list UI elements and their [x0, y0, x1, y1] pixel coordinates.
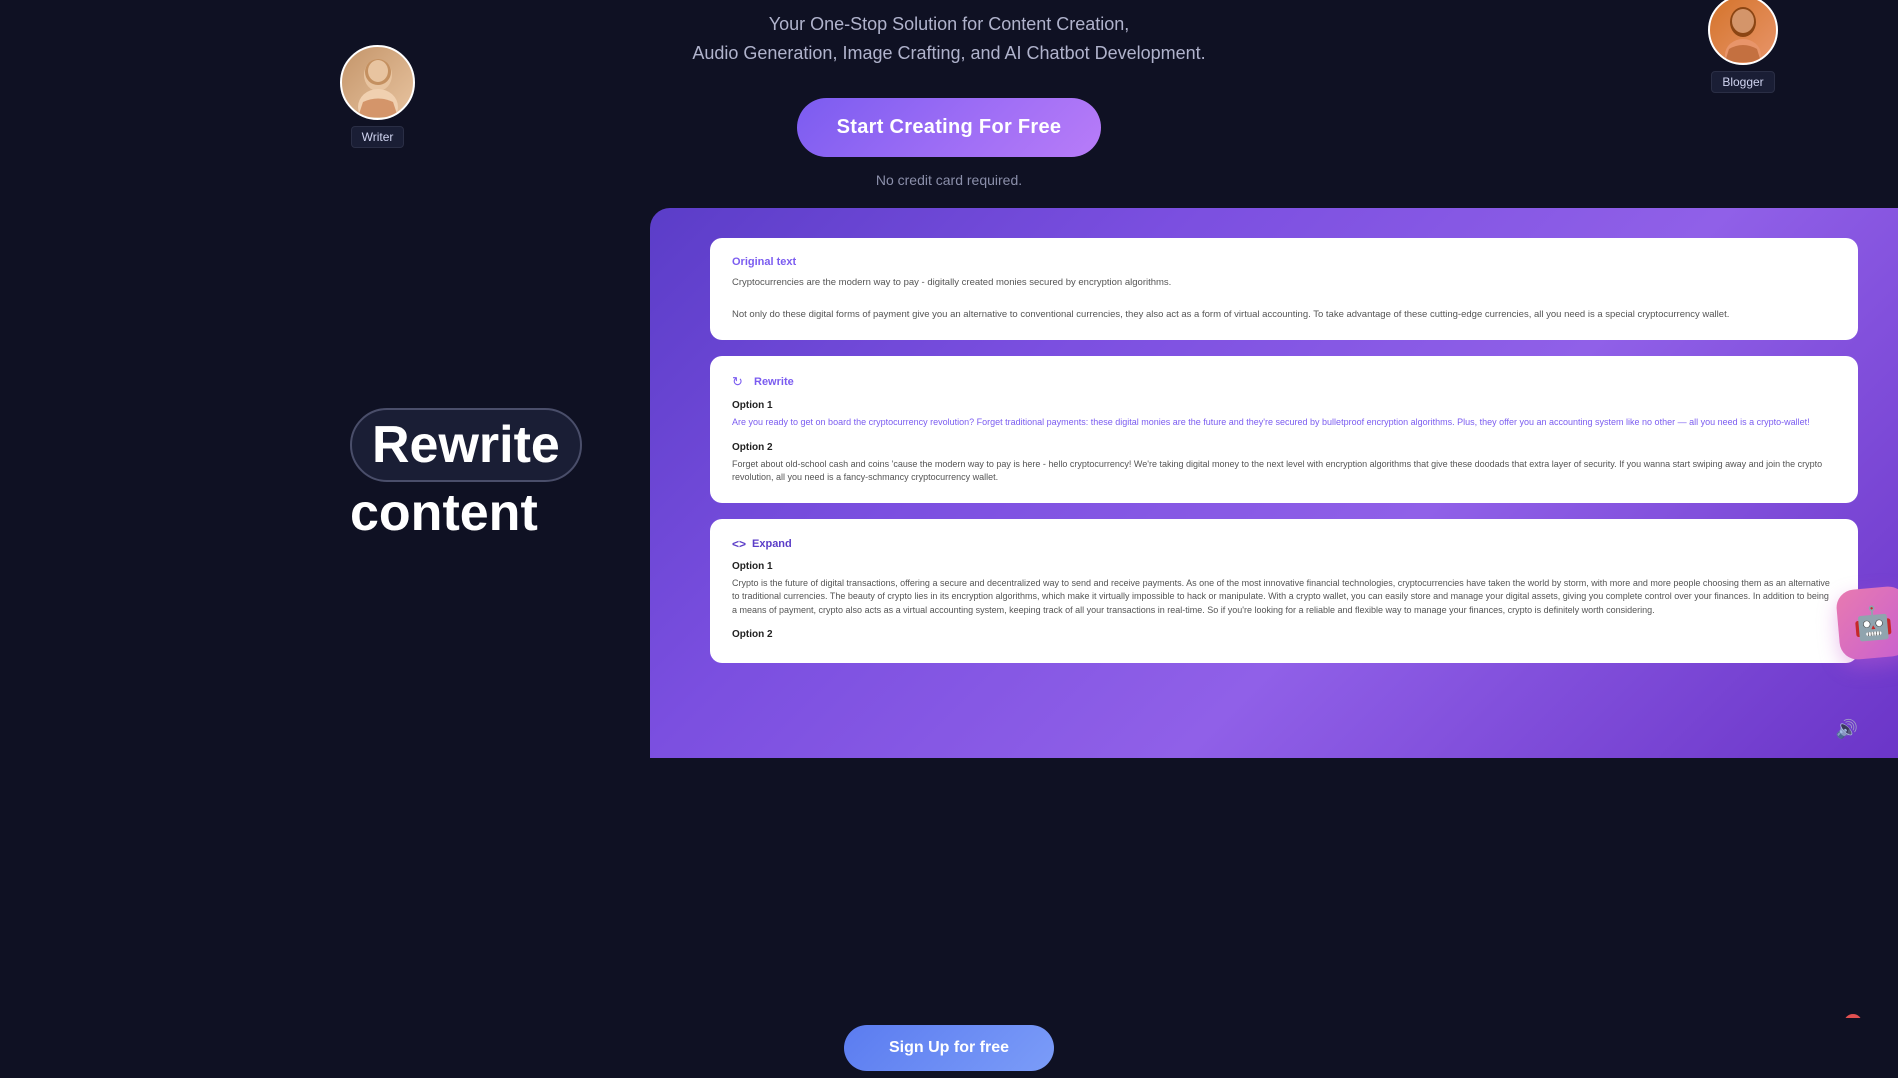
original-text-panel: Original text Cryptocurrencies are the m… [710, 238, 1858, 341]
expand-icon: <> [732, 537, 746, 551]
rewrite-option1-text: Are you ready to get on board the crypto… [732, 416, 1836, 430]
start-creating-button[interactable]: Start Creating For Free [797, 98, 1102, 157]
expand-option1-text: Crypto is the future of digital transact… [732, 577, 1836, 618]
original-text2: Not only do these digital forms of payme… [732, 308, 1836, 322]
original-text1: Cryptocurrencies are the modern way to p… [732, 276, 1836, 290]
blogger-avatar [1708, 0, 1778, 65]
left-side: Rewrite content [0, 208, 600, 758]
writer-avatar [340, 45, 415, 120]
expand-panel: <> Expand Option 1 Crypto is the future … [710, 519, 1858, 664]
signup-button[interactable]: Sign Up for free [844, 1025, 1054, 1071]
rewrite-icon: ↻ [732, 374, 748, 390]
writer-label: Writer [351, 126, 405, 148]
feature-text: Rewrite content [350, 408, 600, 545]
avatar-blogger-container: Blogger [1708, 0, 1778, 93]
top-section: Your One-Stop Solution for Content Creat… [0, 0, 1898, 188]
right-side-panels: Original text Cryptocurrencies are the m… [650, 208, 1898, 758]
rewrite-option1-label: Option 1 [732, 400, 1836, 411]
original-title: Original text [732, 256, 1836, 268]
robot-icon: 🤖 [1835, 585, 1898, 661]
rewrite-panel: ↻ Rewrite Option 1 Are you ready to get … [710, 356, 1858, 503]
expand-option1-label: Option 1 [732, 561, 1836, 572]
rewrite-option2-text: Forget about old-school cash and coins '… [732, 458, 1836, 485]
main-area: Rewrite content Original text Cryptocurr… [0, 208, 1898, 758]
speaker-icon: 🔊 [1836, 719, 1858, 740]
expand-title-text: Expand [752, 538, 792, 550]
no-credit-text: No credit card required. [0, 172, 1898, 188]
rewrite-option2-label: Option 2 [732, 442, 1836, 453]
bottom-bar: Sign Up for free [0, 1018, 1898, 1078]
expand-option2-label: Option 2 [732, 629, 1836, 640]
avatar-writer-container: Writer [340, 45, 415, 148]
blogger-label: Blogger [1711, 71, 1774, 93]
rewrite-title: Rewrite [754, 376, 794, 388]
feature-highlight: Rewrite [350, 408, 582, 482]
subtitle: Your One-Stop Solution for Content Creat… [0, 10, 1898, 68]
